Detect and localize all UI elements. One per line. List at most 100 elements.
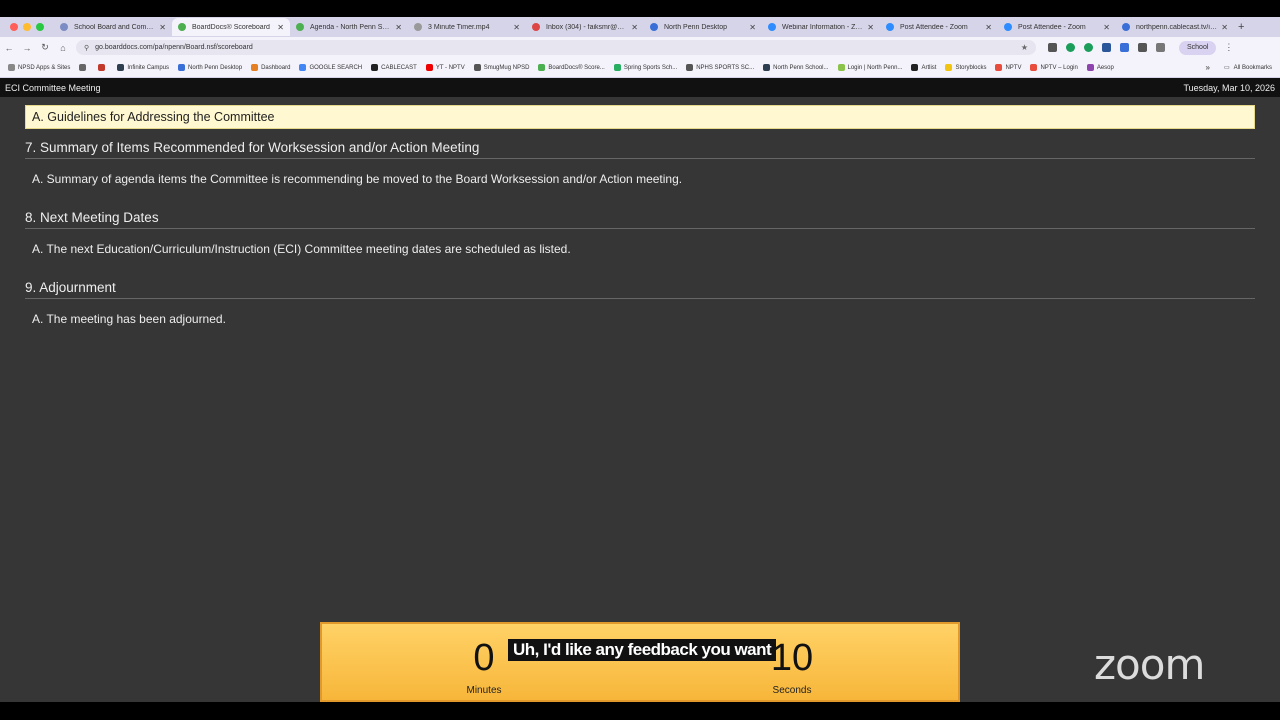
home-button[interactable]: ⌂	[54, 43, 72, 53]
back-button[interactable]: ←	[0, 43, 18, 53]
tab-close-icon[interactable]: ✕	[513, 23, 520, 32]
extension-icon[interactable]	[1048, 43, 1057, 52]
side-panel-icon[interactable]	[1156, 43, 1165, 52]
url-text: go.boarddocs.com/pa/npenn/Board.nsf/scor…	[95, 44, 253, 51]
bookmark-item[interactable]: Artlist	[911, 64, 936, 71]
bookmark-item[interactable]: Infinite Campus	[117, 64, 169, 71]
bookmark-item[interactable]: GOOGLE SEARCH	[299, 64, 362, 71]
browser-tab[interactable]: Inbox (304) - faiksmr@npen ✕	[526, 18, 644, 36]
bookmark-item[interactable]: YT - NPTV	[425, 64, 465, 71]
timer-minutes-label: Minutes	[466, 685, 502, 696]
forward-button[interactable]: →	[18, 43, 36, 53]
bookmark-label: SmugMug NPSD	[483, 64, 530, 71]
page-header: ECI Committee Meeting Tuesday, Mar 10, 2…	[0, 78, 1280, 97]
profile-button[interactable]: School	[1179, 40, 1217, 55]
bookmark-label: Login | North Penn...	[847, 64, 903, 71]
tab-close-icon[interactable]: ✕	[395, 23, 402, 32]
bookmark-list: NPSD Apps & Sites Infinite Campus North Pe…	[8, 64, 1123, 71]
extension-icon[interactable]	[1102, 43, 1111, 52]
address-bar[interactable]: ⚲ go.boarddocs.com/pa/npenn/Board.nsf/sc…	[76, 40, 1036, 55]
bookmark-item[interactable]: Dashboard	[251, 64, 290, 71]
tab-close-icon[interactable]: ✕	[159, 23, 166, 32]
reload-button[interactable]: ↻	[36, 42, 54, 53]
close-window-button[interactable]	[10, 23, 18, 31]
profile-label: School	[1187, 44, 1209, 51]
bookmark-item[interactable]: Aesop	[1086, 64, 1114, 71]
bookmark-item[interactable]: Spring Sports Sch...	[613, 64, 677, 71]
browser-tab[interactable]: 3 Minute Timer.mp4 ✕	[408, 18, 526, 36]
tab-close-icon[interactable]: ✕	[749, 23, 756, 32]
extension-icon[interactable]	[1084, 43, 1093, 52]
bookmark-item[interactable]: CABLECAST	[371, 64, 417, 71]
bookmark-label: Artlist	[921, 64, 937, 71]
agenda-item[interactable]: A. The next Education/Curriculum/Instruc…	[25, 229, 1255, 269]
browser-tab[interactable]: Webinar Information - Zoom ✕	[762, 18, 880, 36]
bookmark-label: YT - NPTV	[435, 64, 465, 71]
tab-close-icon[interactable]: ✕	[1221, 23, 1228, 32]
bookmark-label: North Penn Desktop	[188, 64, 243, 71]
bookmark-label: NPTV	[1005, 64, 1022, 71]
agenda-item[interactable]: A. Summary of agenda items the Committee…	[25, 159, 1255, 199]
tab-bar: School Board and Committe ✕ BoardDocs® Sco…	[0, 17, 1280, 37]
bookmark-label: NPTV – Login	[1040, 64, 1078, 71]
bookmark-favicon-icon	[117, 64, 125, 71]
bookmark-item[interactable]: NPTV – Login	[1030, 64, 1078, 71]
agenda-section-title[interactable]: 9. Adjournment	[25, 280, 1255, 299]
agenda-section-title[interactable]: 7. Summary of Items Recommended for Work…	[25, 140, 1255, 159]
tab-favicon-icon	[60, 23, 68, 31]
bookmark-item[interactable]: North Penn Desktop	[178, 64, 242, 71]
tab-label: Inbox (304) - faiksmr@npen	[546, 23, 628, 31]
meeting-title: ECI Committee Meeting	[5, 82, 101, 93]
agenda-content: A. Guidelines for Addressing the Committ…	[0, 97, 1280, 339]
extension-icon[interactable]	[1066, 43, 1075, 52]
new-tab-button[interactable]: +	[1238, 21, 1244, 33]
bookmark-item[interactable]: Login | North Penn...	[837, 64, 903, 71]
bookmark-item[interactable]: NPSD Apps & Sites	[8, 64, 70, 71]
browser-tab[interactable]: Post Attendee - Zoom ✕	[998, 18, 1116, 36]
tab-label: Post Attendee - Zoom	[900, 23, 968, 31]
screen: School Board and Committe ✕ BoardDocs® Sco…	[0, 0, 1280, 720]
more-bookmarks-button[interactable]: »	[1206, 63, 1210, 72]
browser-tab[interactable]: BoardDocs® Scoreboard ✕	[172, 18, 290, 36]
bookmark-item[interactable]: BoardDocs® Score...	[538, 64, 605, 71]
maximize-window-button[interactable]	[36, 23, 44, 31]
tab-close-icon[interactable]: ✕	[277, 23, 284, 32]
browser-tab[interactable]: School Board and Committe ✕	[54, 18, 172, 36]
bookmark-favicon-icon	[299, 64, 307, 71]
tab-favicon-icon	[768, 23, 776, 31]
browser-tab[interactable]: North Penn Desktop ✕	[644, 18, 762, 36]
bookmark-item[interactable]: NPTV	[995, 64, 1021, 71]
browser-tab[interactable]: Agenda - North Penn School ✕	[290, 18, 408, 36]
browser-menu-icon[interactable]: ⋮	[1224, 42, 1233, 53]
agenda-item[interactable]: A. The meeting has been adjourned.	[25, 299, 1255, 339]
bookmark-item[interactable]: North Penn School...	[763, 64, 829, 71]
minimize-window-button[interactable]	[23, 23, 31, 31]
bookmark-label: Aesop	[1096, 64, 1114, 71]
tab-close-icon[interactable]: ✕	[1103, 23, 1110, 32]
tab-favicon-icon	[296, 23, 304, 31]
bookmark-favicon-icon	[763, 64, 771, 71]
bookmark-favicon-icon	[538, 64, 546, 71]
bookmark-item[interactable]: Storyblocks	[945, 64, 986, 71]
all-bookmarks-folder-icon: ▭	[1223, 65, 1230, 71]
bookmark-item[interactable]: SmugMug NPSD	[473, 64, 530, 71]
bookmark-item[interactable]: NPHS SPORTS SC...	[686, 64, 754, 71]
tab-close-icon[interactable]: ✕	[867, 23, 874, 32]
browser-tab[interactable]: Post Attendee - Zoom ✕	[880, 18, 998, 36]
bookmark-label: Dashboard	[261, 64, 291, 71]
tab-close-icon[interactable]: ✕	[985, 23, 992, 32]
bookmark-item[interactable]	[98, 64, 108, 71]
browser-tab[interactable]: northpenn.cablecast.tv/inte ✕	[1116, 18, 1234, 36]
site-info-icon[interactable]: ⚲	[84, 44, 89, 52]
highlighted-agenda-item[interactable]: A. Guidelines for Addressing the Committ…	[25, 105, 1255, 129]
bookmark-label: North Penn School...	[773, 64, 829, 71]
agenda-section-title[interactable]: 8. Next Meeting Dates	[25, 210, 1255, 229]
bookmark-star-icon[interactable]: ★	[1021, 43, 1028, 52]
bookmark-favicon-icon	[686, 64, 694, 71]
extension-icon[interactable]	[1120, 43, 1129, 52]
extensions-puzzle-icon[interactable]	[1138, 43, 1147, 52]
bookmark-item[interactable]	[79, 64, 89, 71]
all-bookmarks-button[interactable]: All Bookmarks	[1234, 65, 1272, 71]
tab-close-icon[interactable]: ✕	[631, 23, 638, 32]
tab-favicon-icon	[886, 23, 894, 31]
